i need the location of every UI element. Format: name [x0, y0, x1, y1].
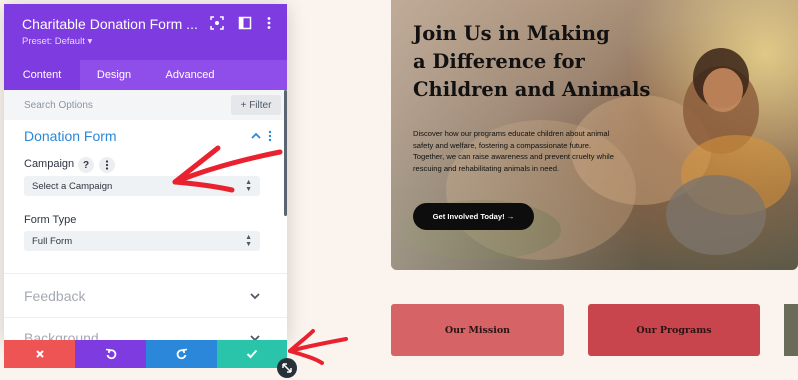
tab-content[interactable]: Content [4, 60, 80, 90]
hero-title-line: Join Us in Making [413, 22, 610, 45]
resize-icon [282, 363, 292, 373]
more-options-icon[interactable] [262, 16, 276, 30]
vertical-dots-icon [105, 160, 109, 170]
redo-icon [176, 348, 187, 360]
resize-handle[interactable] [277, 358, 297, 378]
hero-title-line: Children and Animals [413, 78, 651, 101]
help-glyph: ? [82, 159, 90, 171]
settings-tabs: Content Design Advanced [4, 60, 287, 90]
undo-button[interactable] [75, 340, 146, 368]
filter-button[interactable]: + Filter [231, 95, 281, 115]
panel-header: Charitable Donation Form ... Preset: Def… [4, 4, 287, 60]
form-type-label: Form Type [24, 214, 77, 226]
select-arrows-icon: ▲ ▼ [245, 234, 252, 248]
module-title: Charitable Donation Form ... [22, 16, 198, 32]
help-icon[interactable]: ? [78, 157, 94, 173]
campaign-select-value: Select a Campaign [32, 181, 113, 192]
campaign-select[interactable]: Select a Campaign ▲ ▼ [24, 176, 260, 196]
focus-icon[interactable] [210, 16, 224, 30]
hero-title-line: a Difference for [413, 50, 585, 73]
check-icon [246, 349, 258, 359]
save-button[interactable] [217, 340, 287, 368]
section-divider [4, 273, 287, 274]
form-type-select-value: Full Form [32, 236, 73, 247]
section-title-background[interactable]: Background [24, 330, 99, 340]
discard-button[interactable] [4, 340, 75, 368]
section-title-feedback[interactable]: Feedback [24, 288, 85, 304]
section-title-donation-form[interactable]: Donation Form [24, 128, 117, 144]
form-type-select[interactable]: Full Form ▲ ▼ [24, 231, 260, 251]
undo-icon [105, 348, 116, 360]
close-icon [35, 350, 44, 358]
redo-button[interactable] [146, 340, 217, 368]
split-view-icon[interactable] [238, 16, 252, 30]
chevron-down-icon[interactable] [250, 292, 260, 300]
tab-design[interactable]: Design [80, 60, 148, 90]
select-arrows-icon: ▲ ▼ [245, 179, 252, 193]
our-mission-card[interactable]: Our Mission [391, 304, 564, 356]
next-card-edge [784, 304, 798, 356]
get-involved-button[interactable]: Get Involved Today! → [413, 203, 534, 230]
section-divider [4, 317, 287, 318]
campaign-label: Campaign [24, 158, 75, 170]
action-bar [4, 340, 287, 368]
module-settings-panel: Charitable Donation Form ... Preset: Def… [4, 4, 287, 340]
section-more-icon[interactable] [267, 130, 273, 142]
hero-title: Join Us in Making a Difference for Child… [413, 20, 673, 104]
search-bar: + Filter [4, 90, 287, 120]
hero-section: Join Us in Making a Difference for Child… [391, 0, 798, 270]
panel-scrollbar[interactable] [284, 90, 287, 216]
search-input[interactable] [24, 97, 214, 113]
hero-description: Discover how our programs educate childr… [413, 129, 614, 173]
tab-advanced[interactable]: Advanced [148, 60, 232, 90]
chevron-up-icon[interactable] [251, 132, 261, 140]
our-programs-card[interactable]: Our Programs [588, 304, 760, 356]
preset-selector[interactable]: Preset: Default ▾ [22, 36, 92, 47]
field-options-icon[interactable] [99, 157, 115, 173]
